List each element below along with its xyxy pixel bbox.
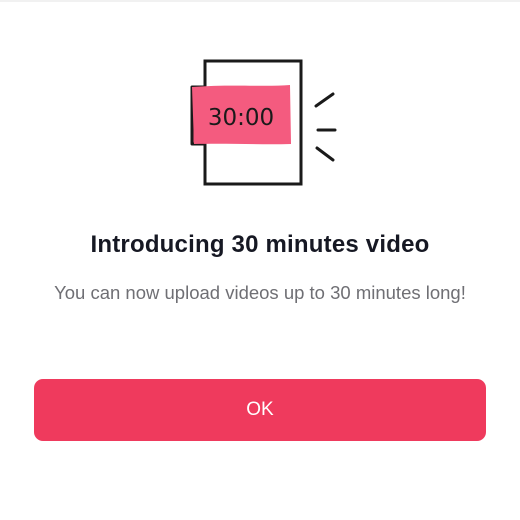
dialog-message: You can now upload videos up to 30 minut… <box>54 282 466 303</box>
motion-line-top <box>314 92 335 108</box>
video-duration-illustration-icon: 30:00 <box>190 59 337 186</box>
announcement-dialog: 30:00 Introducing 30 minutes video You c… <box>0 0 520 520</box>
motion-line-bottom <box>315 146 335 162</box>
timer-text: 30:00 <box>208 105 274 131</box>
ok-button[interactable]: OK <box>34 379 486 441</box>
dialog-title: Introducing 30 minutes video <box>90 231 430 258</box>
